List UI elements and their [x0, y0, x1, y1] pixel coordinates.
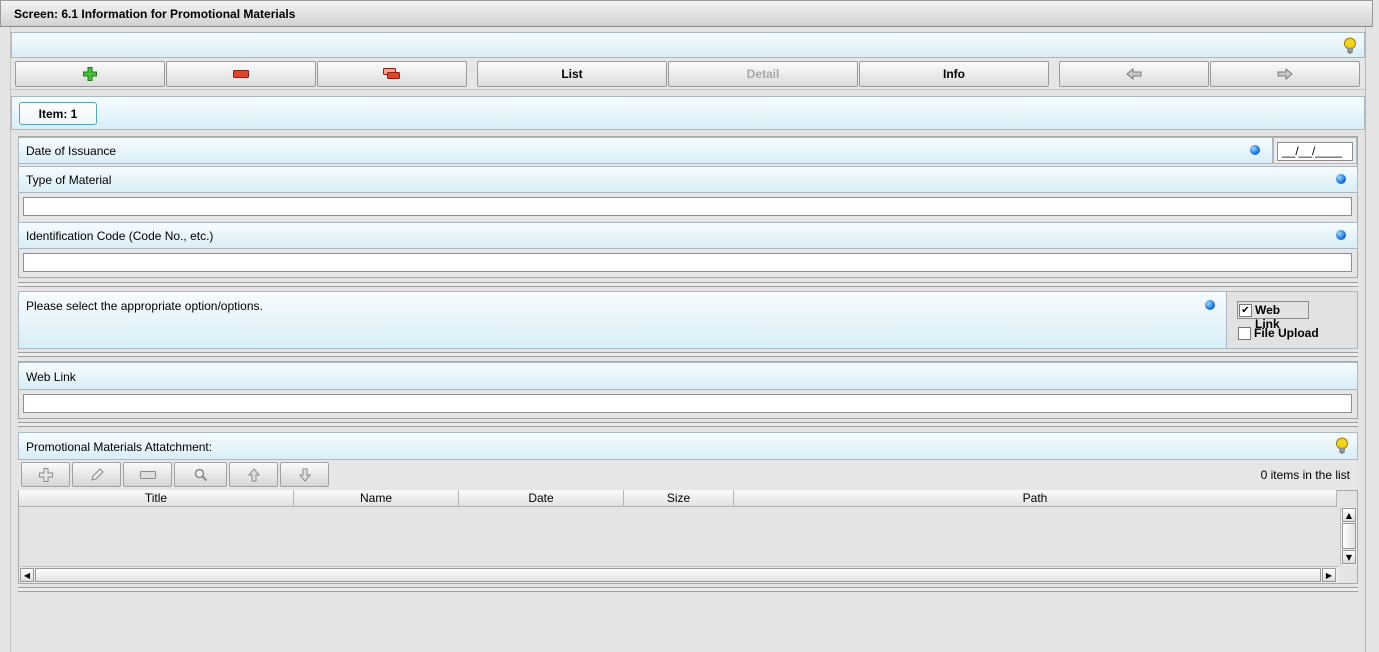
- add-button[interactable]: [15, 61, 165, 87]
- detail-button[interactable]: Detail: [668, 61, 858, 87]
- hint-band: [11, 32, 1365, 58]
- add-icon: [83, 67, 97, 81]
- date-field-cell: __/__/____: [1273, 137, 1357, 164]
- add-icon: [38, 467, 53, 482]
- attachments-count: 0 items in the list: [1260, 468, 1350, 482]
- copy-icon: [383, 68, 400, 79]
- scroll-right-button[interactable]: ▶: [1322, 568, 1336, 582]
- options-prompt-label: Please select the appropriate option/opt…: [26, 299, 263, 313]
- attachments-header: Promotional Materials Attatchment:: [18, 432, 1358, 460]
- item-tab-band: Item: 1: [11, 96, 1365, 130]
- right-divider: [1365, 27, 1366, 652]
- item-tab[interactable]: Item: 1: [19, 102, 97, 125]
- date-of-issuance-input[interactable]: __/__/____: [1277, 142, 1353, 161]
- attachment-edit-button[interactable]: [72, 462, 121, 487]
- column-header-name[interactable]: Name: [294, 490, 459, 507]
- previous-button[interactable]: [1059, 61, 1209, 87]
- scroll-up-button[interactable]: ▲: [1342, 508, 1356, 522]
- identification-code-input[interactable]: [23, 253, 1352, 272]
- date-of-issuance-label: Date of Issuance: [26, 144, 117, 158]
- web-link-input[interactable]: [23, 394, 1352, 413]
- type-of-material-input[interactable]: [23, 197, 1352, 216]
- attachments-title: Promotional Materials Attatchment:: [26, 440, 213, 454]
- horizontal-scrollbar[interactable]: ◀ ▶: [19, 566, 1339, 583]
- column-header-title[interactable]: Title: [19, 490, 294, 507]
- scroll-left-button[interactable]: ◀: [20, 568, 34, 582]
- arrow-down-icon: [298, 468, 311, 482]
- magnifier-icon: [194, 468, 207, 481]
- attachment-add-button[interactable]: [21, 462, 70, 487]
- type-of-material-label: Type of Material: [26, 173, 112, 187]
- type-of-material-row: Type of Material: [18, 166, 1358, 193]
- web-link-label: Web Link: [26, 370, 76, 384]
- lightbulb-icon[interactable]: [1335, 437, 1349, 455]
- date-of-issuance-row: Date of Issuance: [18, 137, 1273, 164]
- options-prompt-row: Please select the appropriate option/opt…: [18, 291, 1227, 349]
- file-upload-checkbox[interactable]: [1238, 327, 1251, 340]
- arrow-left-icon: [1126, 68, 1142, 80]
- column-header-path[interactable]: Path: [734, 490, 1337, 507]
- copy-button[interactable]: [317, 61, 467, 87]
- web-link-row: Web Link: [18, 362, 1358, 390]
- web-link-option[interactable]: ✔ Web Link: [1237, 301, 1309, 331]
- required-dot-icon: [1250, 145, 1260, 155]
- next-button[interactable]: [1210, 61, 1360, 87]
- vertical-scroll-thumb[interactable]: [1342, 523, 1356, 549]
- remove-icon: [233, 70, 249, 78]
- attachment-remove-button[interactable]: [123, 462, 172, 487]
- info-button[interactable]: Info: [859, 61, 1049, 87]
- remove-button[interactable]: [166, 61, 316, 87]
- window-titlebar: Screen: 6.1 Information for Promotional …: [0, 0, 1373, 27]
- attachment-move-down-button[interactable]: [280, 462, 329, 487]
- identification-code-row: Identification Code (Code No., etc.): [18, 222, 1358, 249]
- section-separator: [18, 282, 1358, 287]
- required-dot-icon: [1336, 174, 1346, 184]
- options-checkbox-group: ✔ Web Link File Upload: [1227, 291, 1358, 349]
- list-button[interactable]: List: [477, 61, 667, 87]
- column-header-date[interactable]: Date: [459, 490, 624, 507]
- remove-icon: [139, 470, 156, 479]
- attachment-search-button[interactable]: [174, 462, 227, 487]
- file-upload-option-label: File Upload: [1254, 326, 1319, 340]
- arrow-up-icon: [247, 467, 260, 481]
- section-separator: [18, 352, 1358, 357]
- window-title: Screen: 6.1 Information for Promotional …: [14, 7, 296, 21]
- required-dot-icon: [1336, 230, 1346, 240]
- required-dot-icon: [1205, 300, 1215, 310]
- web-link-checkbox[interactable]: ✔: [1239, 304, 1252, 317]
- vertical-scrollbar[interactable]: ▲ ▼: [1340, 507, 1357, 566]
- scroll-down-button[interactable]: ▼: [1342, 550, 1356, 564]
- arrow-right-icon: [1277, 68, 1293, 80]
- file-upload-option[interactable]: File Upload: [1237, 326, 1337, 344]
- lightbulb-icon[interactable]: [1343, 37, 1357, 55]
- horizontal-scroll-thumb[interactable]: [35, 568, 1321, 582]
- identification-code-label: Identification Code (Code No., etc.): [26, 229, 214, 243]
- attachment-move-up-button[interactable]: [229, 462, 278, 487]
- pencil-icon: [90, 467, 104, 481]
- column-header-size[interactable]: Size: [624, 490, 734, 507]
- section-separator: [18, 587, 1358, 592]
- section-separator: [18, 422, 1358, 427]
